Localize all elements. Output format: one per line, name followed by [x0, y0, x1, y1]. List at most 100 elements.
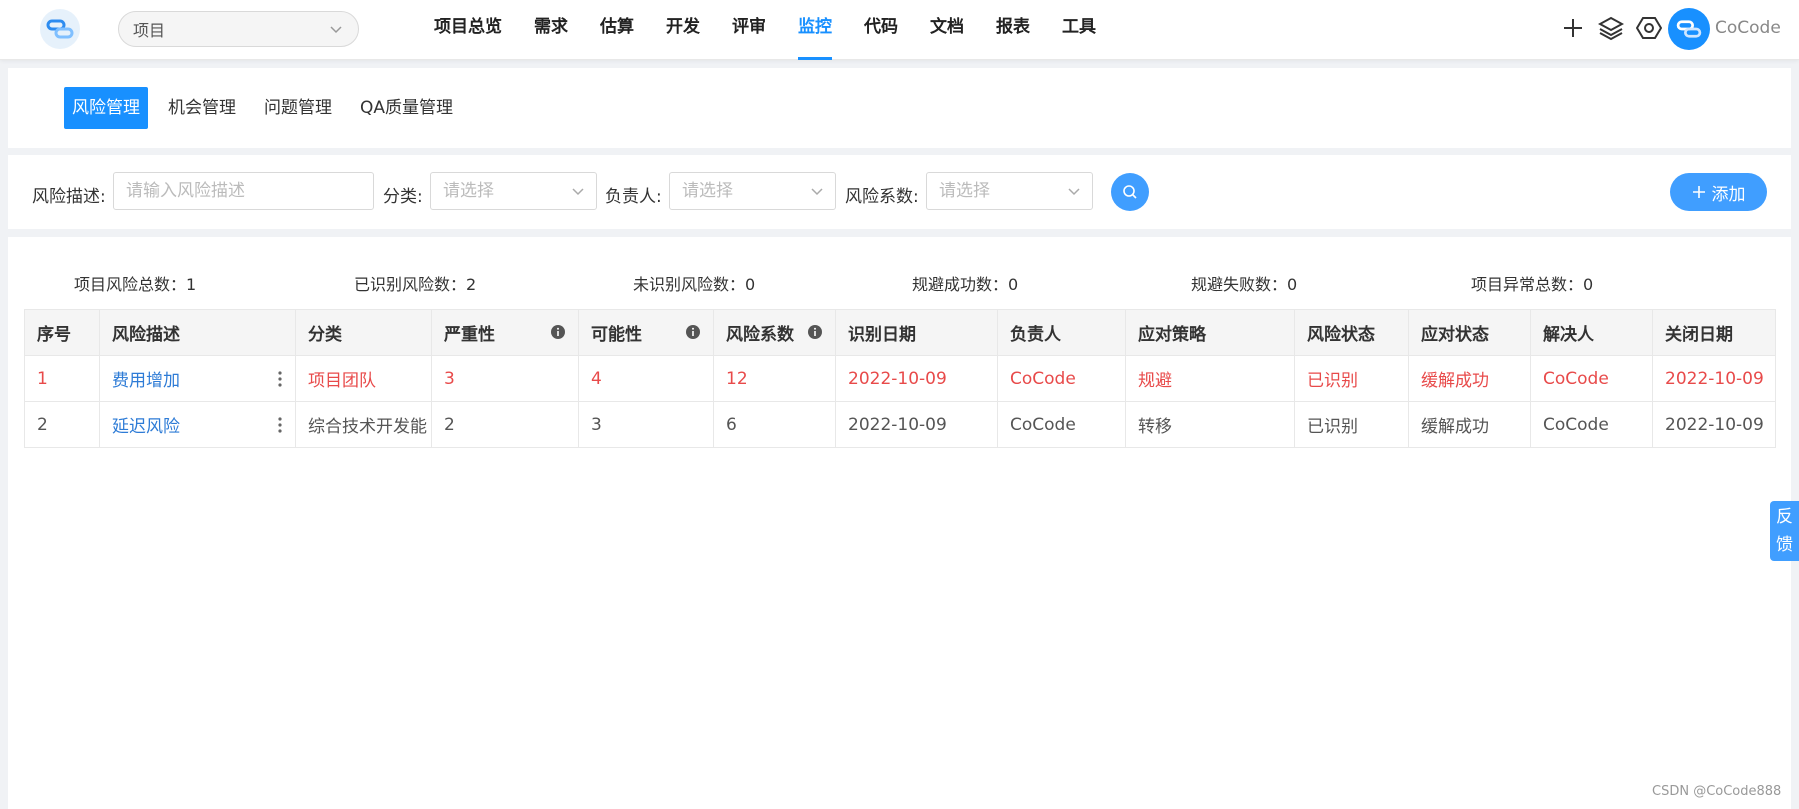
chevron-down-icon	[572, 188, 584, 196]
nav-estimate[interactable]: 估算	[600, 0, 634, 60]
col-header-severity: 严重性	[431, 309, 579, 356]
stat-total-risks: 项目风险总数：1	[74, 275, 197, 294]
desc-filter-label: 风险描述:	[32, 187, 106, 207]
risk-table: 序号 风险描述 分类 严重性 可能性 风险系数 识别日期 负责人 应对策略 风险…	[24, 309, 1776, 448]
nav-monitor[interactable]: 监控	[798, 0, 832, 60]
user-avatar[interactable]	[1668, 8, 1710, 50]
cell-identified-date: 2022-10-09	[835, 355, 998, 402]
app-logo[interactable]	[40, 9, 80, 49]
tab-issue-management[interactable]: 问题管理	[256, 87, 340, 129]
cell-severity: 3	[431, 355, 579, 402]
top-navbar: 项目 项目总览 需求 估算 开发 评审 监控 代码 文档 报表 工具 CoCod…	[0, 0, 1799, 60]
col-header-strategy: 应对策略	[1125, 309, 1295, 356]
project-select-value: 项目	[133, 21, 166, 40]
cell-close-date: 2022-10-09	[1652, 355, 1776, 402]
category-select[interactable]: 请选择	[430, 172, 597, 210]
tab-qa-management[interactable]: QA质量管理	[352, 87, 461, 129]
col-header-resolver: 解决人	[1530, 309, 1653, 356]
category-select-placeholder: 请选择	[443, 181, 494, 201]
info-icon[interactable]	[685, 324, 701, 340]
cell-strategy: 转移	[1125, 401, 1295, 448]
nav-code[interactable]: 代码	[864, 0, 898, 60]
cell-strategy: 规避	[1125, 355, 1295, 402]
info-icon[interactable]	[807, 324, 823, 340]
stat-avoid-success: 规避成功数：0	[912, 275, 1019, 294]
owner-select[interactable]: 请选择	[669, 172, 836, 210]
cell-category: 项目团队	[295, 355, 432, 402]
risk-factor-select-placeholder: 请选择	[939, 181, 990, 201]
cell-risk-factor: 12	[713, 355, 836, 402]
nav-docs[interactable]: 文档	[930, 0, 964, 60]
cell-severity: 2	[431, 401, 579, 448]
filter-panel: 风险描述: 请输入风险描述 分类: 请选择 负责人: 请选择 风险系数: 请选择…	[8, 155, 1791, 229]
feedback-label-2: 馈	[1776, 535, 1793, 555]
cell-index: 2	[24, 401, 100, 448]
owner-filter-label: 负责人:	[605, 187, 662, 207]
nav-requirements[interactable]: 需求	[534, 0, 568, 60]
cell-probability: 4	[578, 355, 714, 402]
risk-description-link[interactable]: 延迟风险	[112, 417, 180, 437]
cell-response-status: 缓解成功	[1408, 401, 1531, 448]
stat-unidentified-risks: 未识别风险数：0	[633, 275, 756, 294]
tab-risk-management[interactable]: 风险管理	[64, 87, 148, 129]
cell-description: 延迟风险	[99, 401, 296, 448]
risk-desc-input[interactable]: 请输入风险描述	[113, 172, 374, 210]
stat-avoid-fail: 规避失败数：0	[1191, 275, 1298, 294]
col-header-risk-factor-label: 风险系数	[726, 325, 794, 345]
layers-icon[interactable]	[1598, 13, 1624, 43]
search-button[interactable]	[1111, 173, 1149, 211]
project-select[interactable]: 项目	[118, 11, 359, 47]
table-row[interactable]: 2 延迟风险 综合技术开发能 2 3 6 2022-10-09 CoCode 转…	[24, 401, 1776, 448]
cell-identified-date: 2022-10-09	[835, 401, 998, 448]
col-header-probability-label: 可能性	[591, 325, 642, 345]
feedback-label-1: 反	[1776, 507, 1793, 527]
cell-probability: 3	[578, 401, 714, 448]
info-icon[interactable]	[550, 324, 566, 340]
plus-icon	[1692, 186, 1705, 198]
watermark: CSDN @CoCode888	[1652, 784, 1782, 799]
cell-owner: CoCode	[997, 355, 1126, 402]
col-header-response-status: 应对状态	[1408, 309, 1531, 356]
cell-response-status: 缓解成功	[1408, 355, 1531, 402]
feedback-button[interactable]: 反 馈	[1770, 501, 1799, 561]
cell-close-date: 2022-10-09	[1652, 401, 1776, 448]
more-vertical-icon[interactable]	[277, 370, 283, 388]
sub-tabs-panel: 风险管理 机会管理 问题管理 QA质量管理	[8, 68, 1791, 148]
user-name[interactable]: CoCode	[1715, 18, 1781, 38]
owner-select-placeholder: 请选择	[682, 181, 733, 201]
category-filter-label: 分类:	[383, 187, 423, 207]
col-header-category: 分类	[295, 309, 432, 356]
cell-risk-status: 已识别	[1294, 355, 1409, 402]
risk-list-panel: 项目风险总数：1 已识别风险数：2 未识别风险数：0 规避成功数：0 规避失败数…	[8, 237, 1791, 809]
nav-overview[interactable]: 项目总览	[434, 0, 502, 60]
nav-tools[interactable]: 工具	[1062, 0, 1096, 60]
table-row[interactable]: 1 费用增加 项目团队 3 4 12 2022-10-09 CoCode 规避 …	[24, 355, 1776, 402]
tab-opportunity-management[interactable]: 机会管理	[160, 87, 244, 129]
cell-index: 1	[24, 355, 100, 402]
add-risk-button[interactable]: 添加	[1670, 173, 1767, 211]
col-header-risk-status: 风险状态	[1294, 309, 1409, 356]
col-header-index: 序号	[24, 309, 100, 356]
settings-hexagon-icon[interactable]	[1636, 13, 1662, 43]
cell-risk-status: 已识别	[1294, 401, 1409, 448]
main-nav: 项目总览 需求 估算 开发 评审 监控 代码 文档 报表 工具	[418, 0, 1112, 60]
nav-develop[interactable]: 开发	[666, 0, 700, 60]
stat-project-anomalies: 项目异常总数：0	[1471, 275, 1594, 294]
nav-review[interactable]: 评审	[732, 0, 766, 60]
col-header-description: 风险描述	[99, 309, 296, 356]
cell-description: 费用增加	[99, 355, 296, 402]
col-header-owner: 负责人	[997, 309, 1126, 356]
plus-icon[interactable]	[1560, 13, 1586, 43]
chevron-down-icon	[330, 26, 342, 34]
cell-owner: CoCode	[997, 401, 1126, 448]
top-toolbar	[1560, 13, 1662, 43]
risk-description-link[interactable]: 费用增加	[112, 371, 180, 391]
risk-factor-select[interactable]: 请选择	[926, 172, 1093, 210]
search-icon	[1123, 185, 1137, 199]
nav-reports[interactable]: 报表	[996, 0, 1030, 60]
cell-risk-factor: 6	[713, 401, 836, 448]
more-vertical-icon[interactable]	[277, 416, 283, 434]
chevron-down-icon	[811, 188, 823, 196]
col-header-identified-date: 识别日期	[835, 309, 998, 356]
risk-factor-filter-label: 风险系数:	[845, 187, 919, 207]
